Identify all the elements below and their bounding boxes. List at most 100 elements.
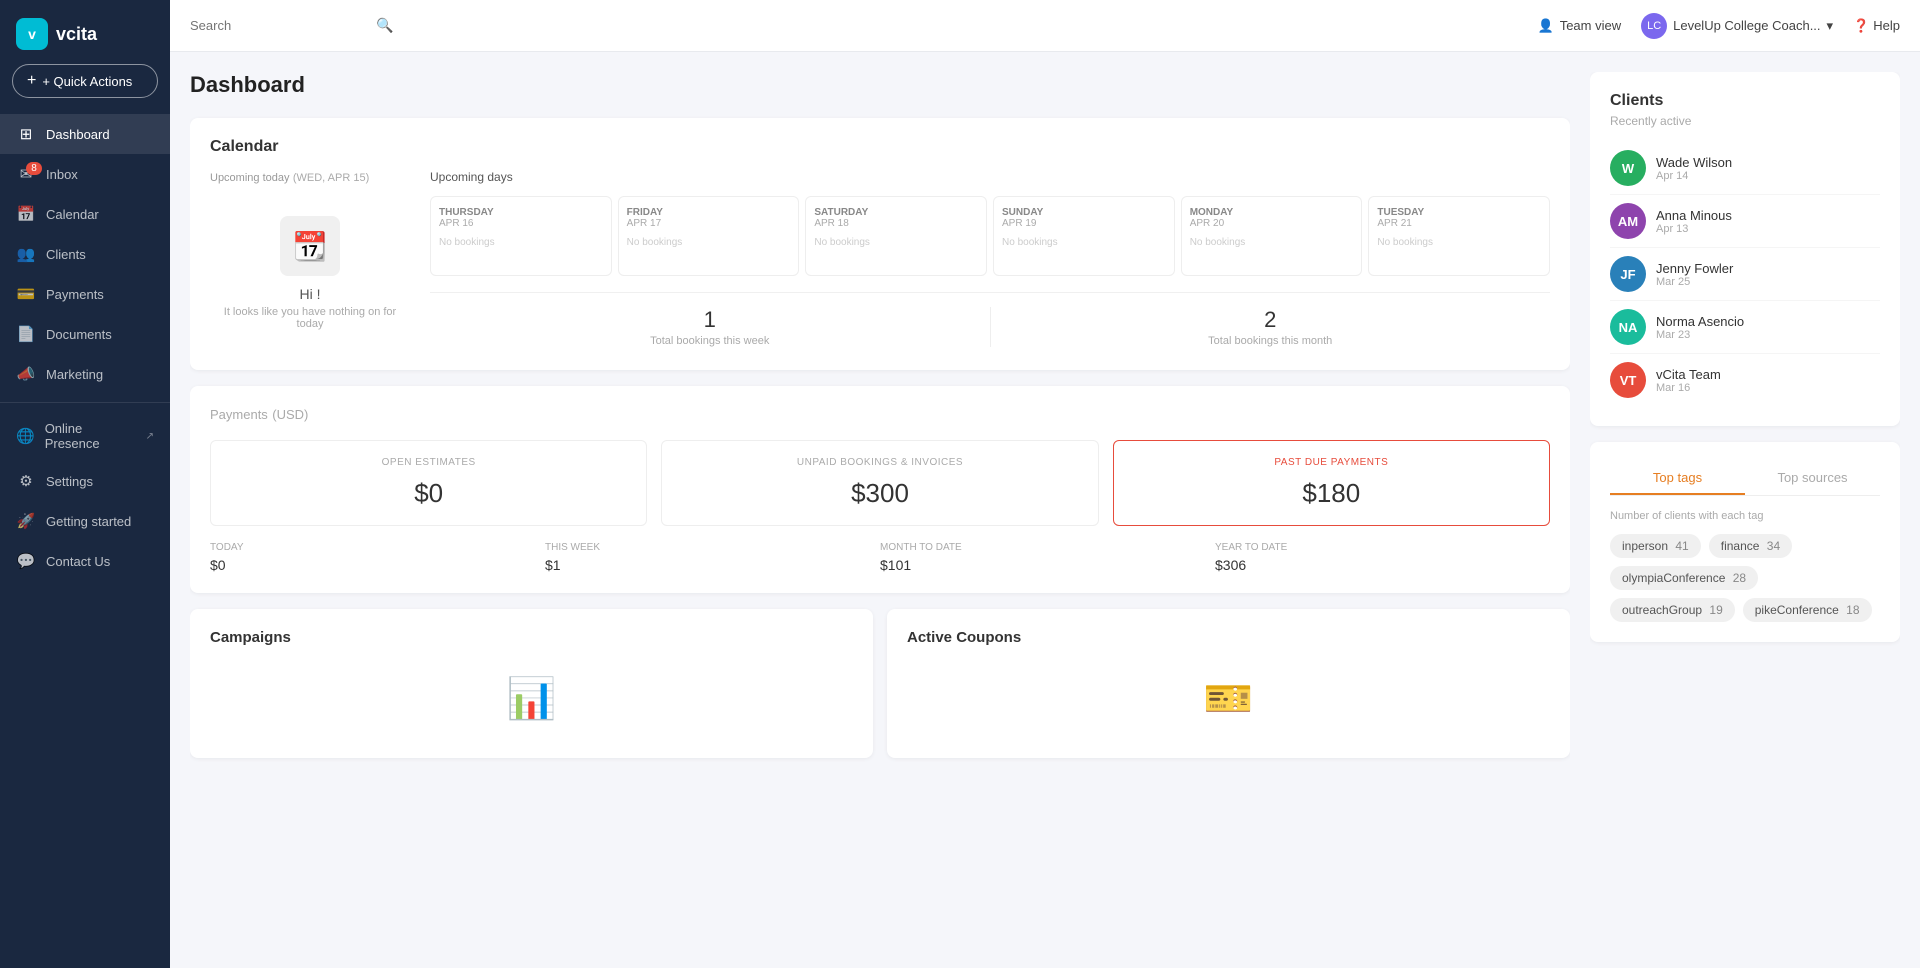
search-box[interactable]: 🔍 bbox=[190, 17, 490, 34]
client-item-vcita[interactable]: VT vCita Team Mar 16 bbox=[1610, 354, 1880, 406]
day-name-sat: SATURDAY bbox=[814, 207, 978, 218]
day-status-sun: No bookings bbox=[1002, 237, 1166, 248]
main-area: 🔍 👤 Team view LC LevelUp College Coach..… bbox=[170, 0, 1920, 968]
client-avatar-vcita: VT bbox=[1610, 362, 1646, 398]
recently-active-label: Recently active bbox=[1610, 114, 1880, 128]
year-value: $306 bbox=[1215, 557, 1550, 573]
tag-pike[interactable]: pikeConference 18 bbox=[1743, 598, 1872, 622]
sidebar-item-inbox-label: Inbox bbox=[46, 167, 78, 182]
day-status-sat: No bookings bbox=[814, 237, 978, 248]
payment-boxes: OPEN ESTIMATES $0 UNPAID BOOKINGS & INVO… bbox=[210, 440, 1550, 526]
open-estimates-box: OPEN ESTIMATES $0 bbox=[210, 440, 647, 526]
sidebar-item-clients[interactable]: 👥 Clients bbox=[0, 234, 170, 274]
sidebar-item-contact-us[interactable]: 💬 Contact Us bbox=[0, 541, 170, 581]
calendar-placeholder-icon: 📆 bbox=[280, 216, 340, 276]
dashboard-icon: ⊞ bbox=[16, 124, 36, 144]
tag-finance[interactable]: finance 34 bbox=[1709, 534, 1792, 558]
help-button[interactable]: ❓ Help bbox=[1853, 18, 1900, 34]
sidebar-item-inbox[interactable]: ✉ Inbox 8 bbox=[0, 154, 170, 194]
search-input[interactable] bbox=[190, 18, 370, 33]
past-due-box: PAST DUE PAYMENTS $180 bbox=[1113, 440, 1550, 526]
payments-section-title: Payments (USD) bbox=[210, 406, 1550, 424]
logo: v vcita bbox=[0, 0, 170, 64]
quick-actions-label: + Quick Actions bbox=[42, 74, 132, 89]
tab-top-sources[interactable]: Top sources bbox=[1745, 462, 1880, 495]
sidebar-item-documents[interactable]: 📄 Documents bbox=[0, 314, 170, 354]
payments-card: Payments (USD) OPEN ESTIMATES $0 UNPAID … bbox=[190, 386, 1570, 593]
tag-olympia[interactable]: olympiaConference 28 bbox=[1610, 566, 1758, 590]
logo-icon: v bbox=[16, 18, 48, 50]
sidebar-item-marketing[interactable]: 📣 Marketing bbox=[0, 354, 170, 394]
client-info-vcita: vCita Team Mar 16 bbox=[1656, 367, 1721, 394]
team-view-button[interactable]: 👤 Team view bbox=[1538, 18, 1622, 34]
sidebar-item-getting-started[interactable]: 🚀 Getting started bbox=[0, 501, 170, 541]
client-item-wade[interactable]: W Wade Wilson Apr 14 bbox=[1610, 142, 1880, 195]
sidebar-item-calendar[interactable]: 📅 Calendar bbox=[0, 194, 170, 234]
client-item-norma[interactable]: NA Norma Asencio Mar 23 bbox=[1610, 301, 1880, 354]
client-date-jenny: Mar 25 bbox=[1656, 276, 1733, 288]
day-status-thu: No bookings bbox=[439, 237, 603, 248]
quick-actions-button[interactable]: + + Quick Actions bbox=[12, 64, 158, 98]
client-item-anna[interactable]: AM Anna Minous Apr 13 bbox=[1610, 195, 1880, 248]
today-section: Upcoming today (WED, APR 15) 📆 Hi ! It l… bbox=[210, 170, 410, 350]
external-link-icon: ↗ bbox=[146, 431, 154, 442]
no-bookings-message: It looks like you have nothing on for to… bbox=[220, 306, 400, 330]
calendar-body: Upcoming today (WED, APR 15) 📆 Hi ! It l… bbox=[210, 170, 1550, 350]
days-grid: THURSDAY APR 16 No bookings FRIDAY APR 1… bbox=[430, 196, 1550, 276]
day-date-tue: APR 21 bbox=[1377, 218, 1541, 229]
bottom-cards-row: Campaigns 📊 Active Coupons 🎫 bbox=[190, 609, 1570, 758]
sidebar-item-settings[interactable]: ⚙ Settings bbox=[0, 461, 170, 501]
client-avatar-jenny: JF bbox=[1610, 256, 1646, 292]
day-date-sat: APR 18 bbox=[814, 218, 978, 229]
client-date-anna: Apr 13 bbox=[1656, 223, 1732, 235]
day-status-fri: No bookings bbox=[627, 237, 791, 248]
hi-text: Hi ! bbox=[300, 286, 321, 302]
plus-icon: + bbox=[27, 72, 36, 90]
year-label: YEAR TO DATE bbox=[1215, 542, 1550, 553]
sidebar-item-online-presence[interactable]: 🌐 Online Presence ↗ bbox=[0, 411, 170, 461]
sidebar-item-clients-label: Clients bbox=[46, 247, 86, 262]
calendar-card: Calendar Upcoming today (WED, APR 15) 📆 … bbox=[190, 118, 1570, 370]
unpaid-bookings-box: UNPAID BOOKINGS & INVOICES $300 bbox=[661, 440, 1098, 526]
tab-top-tags[interactable]: Top tags bbox=[1610, 462, 1745, 495]
upcoming-days-section: Upcoming days THURSDAY APR 16 No booking… bbox=[430, 170, 1550, 350]
tag-outreach[interactable]: outreachGroup 19 bbox=[1610, 598, 1735, 622]
search-icon: 🔍 bbox=[376, 17, 393, 34]
payments-icon: 💳 bbox=[16, 284, 36, 304]
sidebar-item-dashboard[interactable]: ⊞ Dashboard bbox=[0, 114, 170, 154]
bookings-month-label: Total bookings this month bbox=[1001, 335, 1541, 347]
tag-chips: inperson 41 finance 34 olympiaConference… bbox=[1610, 534, 1880, 622]
center-column: Dashboard Calendar Upcoming today (WED, … bbox=[190, 72, 1570, 948]
upcoming-today-label: Upcoming today (WED, APR 15) bbox=[210, 170, 410, 184]
client-name-wade: Wade Wilson bbox=[1656, 155, 1732, 170]
sidebar-item-getting-started-label: Getting started bbox=[46, 514, 131, 529]
client-avatar-anna: AM bbox=[1610, 203, 1646, 239]
calendar-section-title: Calendar bbox=[210, 138, 1550, 156]
settings-icon: ⚙ bbox=[16, 471, 36, 491]
sidebar-item-dashboard-label: Dashboard bbox=[46, 127, 110, 142]
client-info-anna: Anna Minous Apr 13 bbox=[1656, 208, 1732, 235]
day-col-sun: SUNDAY APR 19 No bookings bbox=[993, 196, 1175, 276]
getting-started-icon: 🚀 bbox=[16, 511, 36, 531]
client-name-jenny: Jenny Fowler bbox=[1656, 261, 1733, 276]
contact-icon: 💬 bbox=[16, 551, 36, 571]
tag-inperson[interactable]: inperson 41 bbox=[1610, 534, 1701, 558]
sidebar-item-contact-us-label: Contact Us bbox=[46, 554, 110, 569]
sidebar-item-settings-label: Settings bbox=[46, 474, 93, 489]
month-value: $101 bbox=[880, 557, 1215, 573]
bookings-month-num: 2 bbox=[1001, 307, 1541, 333]
sidebar: v vcita + + Quick Actions ⊞ Dashboard ✉ … bbox=[0, 0, 170, 968]
day-date-fri: APR 17 bbox=[627, 218, 791, 229]
past-due-label: PAST DUE PAYMENTS bbox=[1130, 457, 1533, 468]
clients-title: Clients bbox=[1610, 92, 1880, 110]
team-view-icon: 👤 bbox=[1538, 18, 1554, 34]
user-account-button[interactable]: LC LevelUp College Coach... ▾ bbox=[1641, 13, 1833, 39]
sidebar-item-payments[interactable]: 💳 Payments bbox=[0, 274, 170, 314]
day-col-fri: FRIDAY APR 17 No bookings bbox=[618, 196, 800, 276]
topbar-right: 👤 Team view LC LevelUp College Coach... … bbox=[1538, 13, 1901, 39]
client-item-jenny[interactable]: JF Jenny Fowler Mar 25 bbox=[1610, 248, 1880, 301]
payment-year: YEAR TO DATE $306 bbox=[1215, 542, 1550, 573]
client-date-wade: Apr 14 bbox=[1656, 170, 1732, 182]
bookings-week-label: Total bookings this week bbox=[440, 335, 980, 347]
sidebar-item-online-presence-label: Online Presence bbox=[45, 421, 134, 451]
